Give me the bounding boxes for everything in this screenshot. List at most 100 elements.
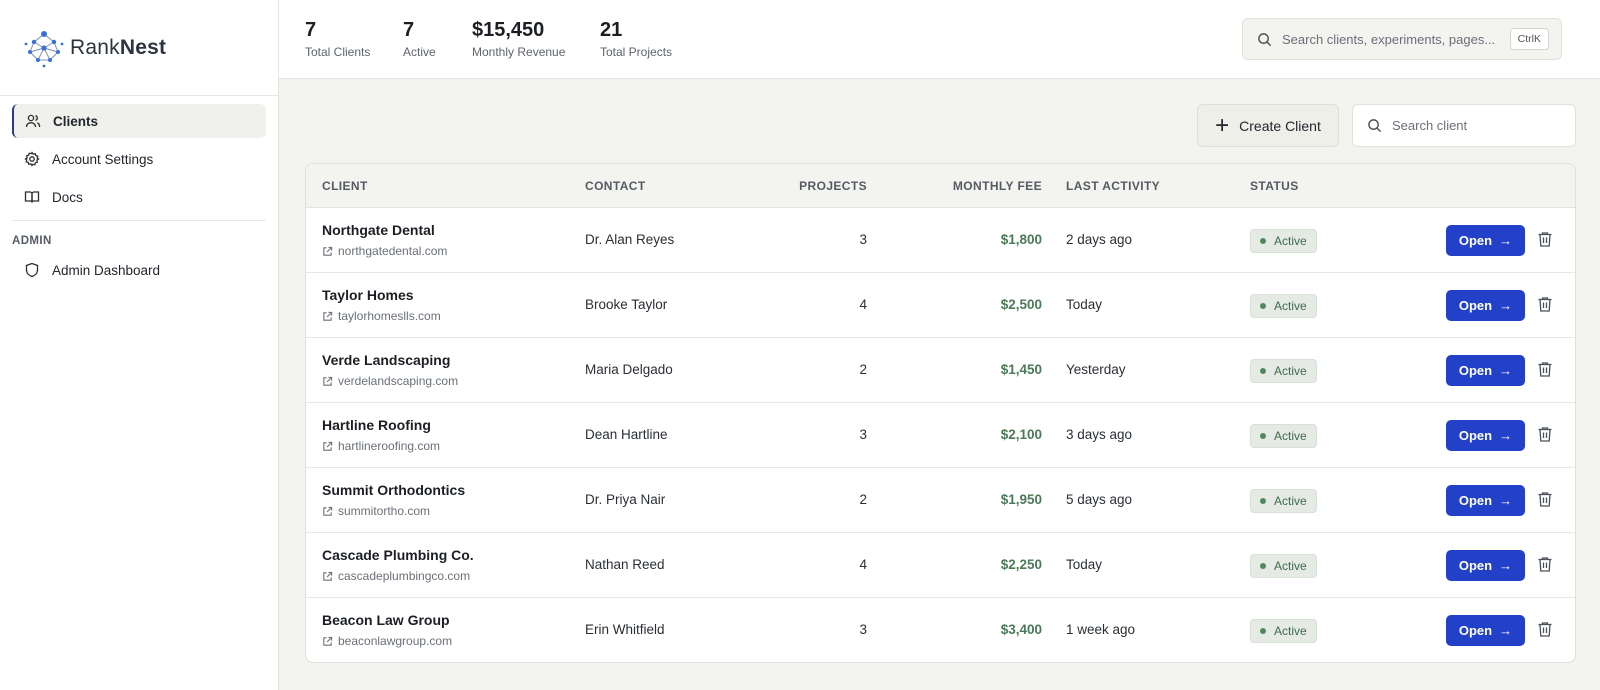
trash-icon[interactable] — [1537, 426, 1553, 443]
status-text: Active — [1274, 299, 1307, 313]
table-row: Beacon Law Group beaconlawgroup.com Erin… — [306, 598, 1575, 662]
status-badge: Active — [1250, 229, 1317, 253]
client-name[interactable]: Verde Landscaping — [322, 352, 450, 368]
client-url[interactable]: summitortho.com — [322, 504, 430, 518]
trash-icon[interactable] — [1537, 621, 1553, 638]
table-row: Northgate Dental northgatedental.com Dr.… — [306, 208, 1575, 273]
arrow-right-icon: → — [1499, 428, 1513, 443]
client-contact: Maria Delgado — [585, 362, 673, 377]
arrow-right-icon: → — [1499, 558, 1513, 573]
client-name[interactable]: Taylor Homes — [322, 287, 414, 303]
network-logo-icon — [24, 30, 64, 67]
brand-logo[interactable]: RankNest — [0, 0, 278, 96]
open-client-button[interactable]: Open → — [1446, 485, 1525, 516]
external-link-icon — [323, 246, 333, 256]
client-name[interactable]: Beacon Law Group — [322, 612, 450, 628]
client-url-text: northgatedental.com — [338, 244, 448, 258]
client-projects: 4 — [859, 297, 867, 312]
client-last-activity: Today — [1066, 297, 1103, 312]
users-icon — [25, 113, 41, 129]
sidebar-item-clients[interactable]: Clients — [12, 104, 266, 138]
client-url-text: verdelandscaping.com — [338, 374, 459, 388]
arrow-right-icon: → — [1499, 623, 1513, 638]
trash-icon[interactable] — [1537, 556, 1553, 573]
client-url[interactable]: verdelandscaping.com — [322, 374, 458, 388]
search-icon — [1258, 32, 1272, 46]
header-projects[interactable]: PROJECTS — [796, 179, 867, 193]
arrow-right-icon: → — [1499, 493, 1513, 508]
client-contact: Dean Hartline — [585, 427, 668, 442]
open-label: Open — [1458, 558, 1493, 573]
book-icon — [24, 189, 40, 205]
header-client[interactable]: CLIENT — [322, 179, 368, 193]
sidebar-item-account-settings[interactable]: Account Settings — [12, 142, 266, 176]
status-badge: Active — [1250, 359, 1317, 383]
client-monthly-fee: $1,800 — [1000, 232, 1042, 247]
client-url[interactable]: northgatedental.com — [322, 244, 447, 258]
gear-icon — [24, 151, 40, 167]
client-contact: Erin Whitfield — [585, 622, 665, 637]
status-text: Active — [1274, 624, 1307, 638]
client-monthly-fee: $3,400 — [1000, 622, 1042, 637]
sidebar-item-docs[interactable]: Docs — [12, 180, 266, 214]
trash-icon[interactable] — [1537, 231, 1553, 248]
header-contact[interactable]: CONTACT — [585, 179, 646, 193]
client-url[interactable]: beaconlawgroup.com — [322, 634, 452, 648]
open-client-button[interactable]: Open → — [1446, 615, 1525, 646]
open-client-button[interactable]: Open → — [1446, 225, 1525, 256]
open-client-button[interactable]: Open → — [1446, 355, 1525, 386]
stat-active: 7 Active — [403, 18, 436, 59]
stat-label: Active — [403, 45, 436, 59]
open-client-button[interactable]: Open → — [1446, 550, 1525, 581]
table-body: Northgate Dental northgatedental.com Dr.… — [306, 208, 1575, 662]
stat-value: 7 — [305, 19, 317, 41]
sidebar-item-admin-dashboard[interactable]: Admin Dashboard — [12, 253, 266, 287]
client-name[interactable]: Cascade Plumbing Co. — [322, 547, 474, 563]
client-url[interactable]: hartlineroofing.com — [322, 439, 440, 453]
stat-value: 7 — [403, 19, 415, 41]
client-contact: Dr. Priya Nair — [585, 492, 666, 507]
external-link-icon — [323, 571, 333, 581]
client-url-text: cascadeplumbingco.com — [338, 569, 471, 583]
sidebar: RankNest Clients Account Settings Docs A… — [0, 0, 279, 690]
external-link-icon — [323, 506, 333, 516]
sidebar-item-label: Admin Dashboard — [52, 262, 161, 278]
trash-icon[interactable] — [1537, 491, 1553, 508]
open-client-button[interactable]: Open → — [1446, 290, 1525, 321]
status-dot-icon — [1260, 563, 1266, 569]
global-search-input[interactable]: Search clients, experiments, pages... Ct… — [1242, 18, 1562, 60]
stat-value: 21 — [600, 19, 623, 41]
client-contact: Nathan Reed — [585, 557, 665, 572]
client-projects: 4 — [859, 557, 867, 572]
trash-icon[interactable] — [1537, 361, 1553, 378]
arrow-right-icon: → — [1499, 298, 1513, 313]
client-last-activity: 3 days ago — [1066, 427, 1133, 442]
client-last-activity: 2 days ago — [1066, 232, 1133, 247]
header-status[interactable]: STATUS — [1250, 179, 1299, 193]
client-name[interactable]: Hartline Roofing — [322, 417, 431, 433]
status-dot-icon — [1260, 303, 1266, 309]
client-last-activity: 1 week ago — [1066, 622, 1136, 637]
plus-icon: + — [1215, 111, 1230, 139]
trash-icon[interactable] — [1537, 296, 1553, 313]
client-projects: 2 — [859, 492, 867, 507]
open-label: Open — [1458, 363, 1493, 378]
sidebar-item-label: Docs — [52, 189, 83, 205]
create-client-label: Create Client — [1239, 117, 1321, 134]
client-name[interactable]: Northgate Dental — [322, 222, 435, 238]
status-dot-icon — [1260, 628, 1266, 634]
create-client-button[interactable]: + Create Client — [1197, 104, 1339, 147]
header-monthly-fee[interactable]: MONTHLY FEE — [936, 179, 1042, 193]
status-dot-icon — [1260, 433, 1266, 439]
client-name[interactable]: Summit Orthodontics — [322, 482, 465, 498]
client-contact: Brooke Taylor — [585, 297, 668, 312]
search-icon — [1368, 119, 1382, 133]
client-search-input[interactable]: Search client — [1352, 104, 1576, 147]
open-client-button[interactable]: Open → — [1446, 420, 1525, 451]
status-text: Active — [1274, 429, 1307, 443]
client-url[interactable]: taylorhomeslls.com — [322, 309, 441, 323]
header-last-activity[interactable]: LAST ACTIVITY — [1066, 179, 1160, 193]
table-row: Hartline Roofing hartlineroofing.com Dea… — [306, 403, 1575, 468]
arrow-right-icon: → — [1499, 233, 1513, 248]
client-url[interactable]: cascadeplumbingco.com — [322, 569, 470, 583]
